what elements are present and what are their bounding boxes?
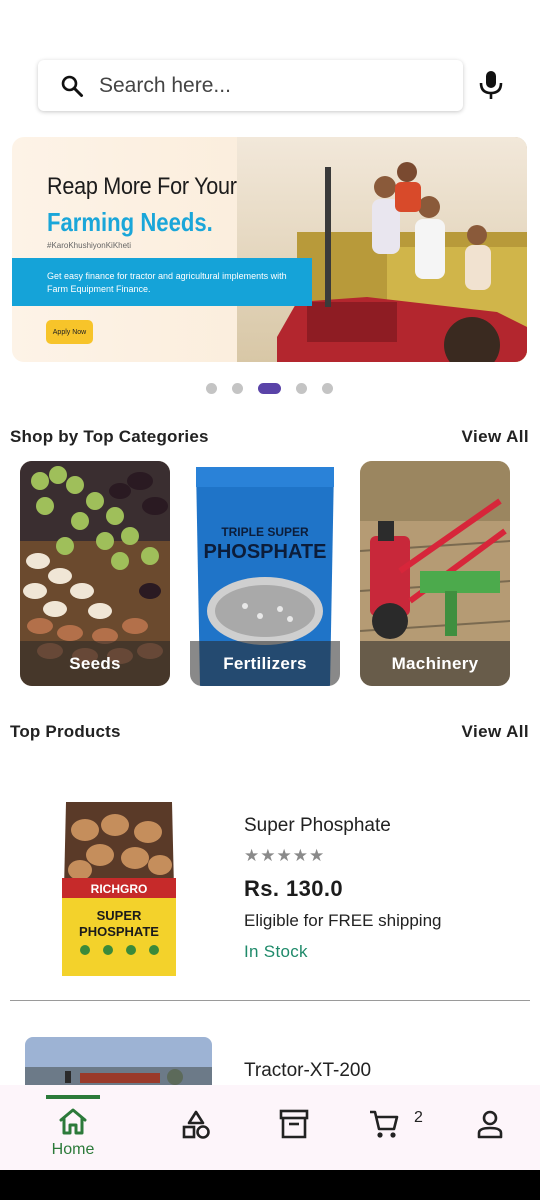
cart-count-badge: 2	[414, 1109, 423, 1126]
nav-home[interactable]: Home	[40, 1085, 106, 1170]
product-divider	[10, 1000, 530, 1001]
category-card-fertilizers[interactable]: TRIPLE SUPER PHOSPHATE Fertilizers	[190, 461, 340, 686]
nav-profile[interactable]	[470, 1085, 510, 1170]
carousel-dot-active[interactable]	[258, 383, 281, 394]
home-icon	[59, 1108, 87, 1135]
product-name[interactable]: Super Phosphate	[244, 815, 391, 837]
carousel-dot[interactable]	[322, 383, 333, 394]
cart-icon	[370, 1110, 399, 1138]
svg-text:PHOSPHATE: PHOSPHATE	[204, 541, 327, 563]
category-label: Machinery	[391, 653, 479, 673]
nav-cart[interactable]	[364, 1085, 404, 1170]
promo-banner[interactable]: Reap More For Your Farming Needs. #KaroK…	[12, 137, 527, 362]
banner-hashtag: #KaroKhushiyonKiKheti	[47, 241, 132, 250]
svg-text:SUPER: SUPER	[97, 908, 142, 923]
product-image: RICHGRO SUPER PHOSPHATE	[62, 802, 176, 976]
banner-info-strip: Get easy finance for tractor and agricul…	[12, 258, 312, 306]
category-card-machinery[interactable]: Machinery	[360, 461, 510, 686]
system-navigation-bar	[0, 1170, 540, 1200]
products-view-all-link[interactable]: View All	[462, 722, 529, 742]
shipping-info: Eligible for FREE shipping	[244, 911, 442, 930]
category-card-seeds[interactable]: Seeds	[20, 461, 170, 686]
svg-text:RICHGRO: RICHGRO	[91, 882, 148, 896]
banner-family-tractor-image	[237, 137, 527, 362]
stock-status: In Stock	[244, 942, 308, 961]
apply-now-button[interactable]: Apply Now	[46, 320, 93, 344]
search-icon	[61, 75, 83, 97]
microphone-icon[interactable]	[478, 70, 504, 100]
orders-archive-icon	[279, 1109, 309, 1139]
svg-text:PHOSPHATE: PHOSPHATE	[79, 924, 159, 939]
search-input[interactable]	[99, 73, 429, 98]
profile-icon	[477, 1110, 503, 1139]
banner-info-text: Get easy finance for tractor and agricul…	[47, 271, 287, 294]
product-image	[25, 1037, 212, 1085]
carousel-indicator	[0, 381, 540, 395]
categories-icon	[182, 1110, 210, 1139]
category-label: Fertilizers	[223, 653, 307, 673]
categories-view-all-link[interactable]: View All	[462, 427, 529, 447]
rating-stars: ★★★★★	[244, 846, 326, 865]
product-name[interactable]: Tractor-XT-200	[244, 1060, 371, 1082]
categories-section-title: Shop by Top Categories	[10, 427, 209, 446]
carousel-dot[interactable]	[296, 383, 307, 394]
nav-orders[interactable]	[274, 1085, 314, 1170]
nav-categories[interactable]	[176, 1085, 216, 1170]
nav-home-label: Home	[51, 1141, 95, 1158]
search-bar[interactable]	[38, 60, 463, 111]
svg-text:TRIPLE SUPER: TRIPLE SUPER	[221, 525, 309, 539]
banner-headline: Reap More For Your	[47, 173, 237, 200]
products-section-title: Top Products	[10, 722, 121, 741]
banner-subheadline: Farming Needs.	[47, 207, 213, 237]
category-label: Seeds	[69, 653, 121, 673]
bottom-navigation-bar: Home	[0, 1085, 540, 1170]
carousel-dot[interactable]	[206, 383, 217, 394]
product-price: Rs. 130.0	[244, 876, 344, 901]
carousel-dot[interactable]	[232, 383, 243, 394]
